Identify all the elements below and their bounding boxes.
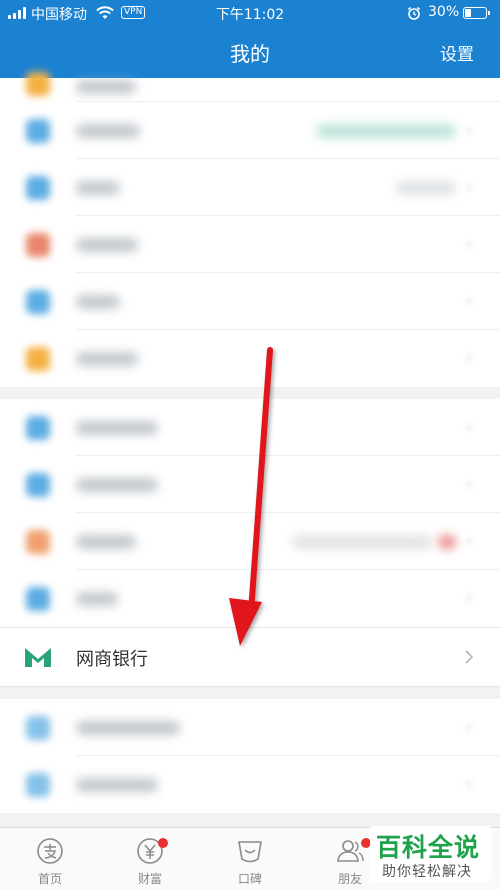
chevron-right-icon: › xyxy=(466,177,473,196)
blurred-item-label xyxy=(76,181,120,195)
baike-watermark: 百科全说 助你轻松解决 xyxy=(370,826,492,882)
chevron-right-icon: › xyxy=(466,120,473,139)
section-gap xyxy=(0,387,500,399)
blurred-item-label xyxy=(76,124,140,138)
chevron-right-icon: › xyxy=(466,348,473,367)
list-item[interactable] xyxy=(0,72,500,102)
tab-koubei[interactable]: 口碑 xyxy=(200,828,300,890)
blurred-item-icon xyxy=(26,290,50,314)
chevron-right-icon: › xyxy=(466,291,473,310)
blurred-item-icon xyxy=(26,773,50,797)
status-time: 下午11:02 xyxy=(215,7,285,23)
status-bar: 中国移动 VPN 下午11:02 30% xyxy=(0,0,500,26)
blurred-item-icon xyxy=(26,347,50,371)
watermark-title: 百科全说 xyxy=(376,833,481,862)
battery-percentage: 30% xyxy=(428,4,460,20)
chevron-right-icon: › xyxy=(466,234,473,253)
app-header: 中国移动 VPN 下午11:02 30% 我的 设置 xyxy=(0,0,500,78)
blurred-item-label xyxy=(76,80,136,94)
battery-icon xyxy=(463,7,490,19)
chevron-right-icon: › xyxy=(466,717,473,736)
blurred-item-icon xyxy=(26,530,50,554)
menu-section-3: › › xyxy=(0,699,500,813)
list-item[interactable]: › xyxy=(0,102,500,159)
settings-button[interactable]: 设置 xyxy=(440,40,474,65)
blurred-item-label xyxy=(76,352,138,366)
blurred-item-icon xyxy=(26,473,50,497)
friends-icon xyxy=(337,840,364,862)
watermark-subtitle: 助你轻松解决 xyxy=(382,864,472,880)
blurred-item-badge xyxy=(438,535,456,549)
list-item[interactable]: › xyxy=(0,159,500,216)
chevron-right-icon: › xyxy=(466,531,473,550)
blurred-item-icon xyxy=(26,416,50,440)
list-item[interactable]: › xyxy=(0,756,500,813)
list-item[interactable]: › xyxy=(0,216,500,273)
blurred-item-label xyxy=(76,721,180,735)
blurred-item-label xyxy=(76,295,120,309)
blurred-item-icon xyxy=(26,119,50,143)
menu-section-2: › › › › xyxy=(0,399,500,627)
blurred-item-label xyxy=(76,592,118,606)
blurred-item-icon xyxy=(26,72,50,96)
blurred-item-icon xyxy=(26,176,50,200)
mybank-label: 网商银行 xyxy=(76,649,148,670)
chevron-right-icon xyxy=(465,650,474,664)
blurred-item-icon xyxy=(26,587,50,611)
menu-list: › › › › › › › › › 网商银行 › › xyxy=(0,72,500,813)
tab-label: 首页 xyxy=(37,872,62,886)
blurred-item-detail xyxy=(396,181,456,195)
koubei-icon xyxy=(238,841,262,863)
mybank-logo-icon xyxy=(25,648,51,667)
alarm-clock-icon xyxy=(407,6,421,20)
chevron-right-icon: › xyxy=(466,417,473,436)
section-gap xyxy=(0,687,500,699)
battery-level-fill xyxy=(465,9,471,17)
list-item[interactable]: › xyxy=(0,273,500,330)
blurred-item-label xyxy=(76,421,158,435)
chevron-right-icon: › xyxy=(466,474,473,493)
blurred-item-icon xyxy=(26,716,50,740)
tab-home[interactable]: 首页 xyxy=(0,828,100,890)
list-item[interactable]: › xyxy=(0,513,500,570)
blurred-item-icon xyxy=(26,233,50,257)
tab-label: 财富 xyxy=(137,872,162,886)
blurred-item-detail xyxy=(316,124,456,138)
mybank-row[interactable]: 网商银行 xyxy=(0,627,500,687)
list-item[interactable]: › xyxy=(0,570,500,627)
blurred-item-label xyxy=(76,478,158,492)
list-item[interactable]: › xyxy=(0,330,500,387)
chevron-right-icon: › xyxy=(466,774,473,793)
notification-badge xyxy=(158,838,168,848)
list-item[interactable]: › xyxy=(0,699,500,756)
blurred-item-label xyxy=(76,778,158,792)
blurred-item-detail xyxy=(292,535,432,549)
list-item[interactable]: › xyxy=(0,399,500,456)
list-item[interactable]: › xyxy=(0,456,500,513)
tab-wealth[interactable]: 财富 xyxy=(100,828,200,890)
tab-label: 口碑 xyxy=(237,872,262,886)
alipay-home-icon xyxy=(37,838,63,864)
page-title: 我的 xyxy=(230,42,270,66)
blurred-item-label xyxy=(76,238,138,252)
menu-section-1: › › › › › xyxy=(0,72,500,387)
blurred-item-label xyxy=(76,535,136,549)
chevron-right-icon: › xyxy=(466,588,473,607)
